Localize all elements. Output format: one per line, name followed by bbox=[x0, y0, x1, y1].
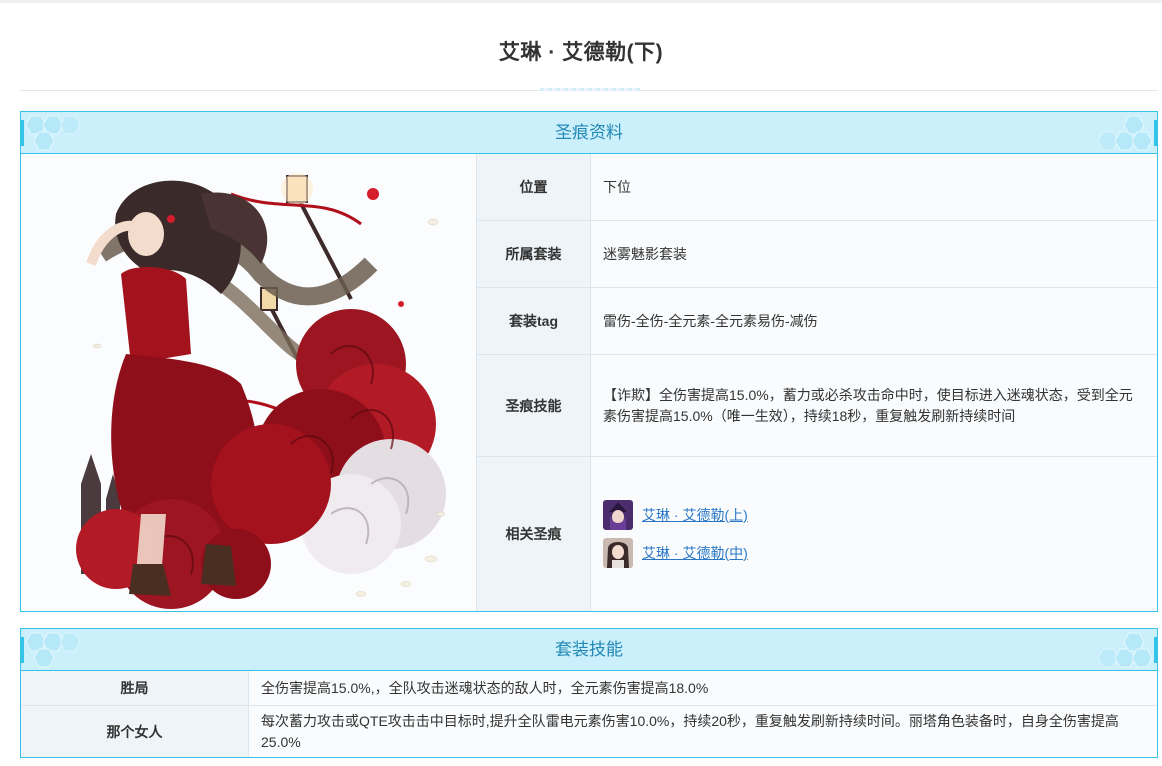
info-row-related: 相关圣痕 艾琳 · 艾德勒(上) 艾琳 · 艾德勒(中) bbox=[477, 457, 1157, 611]
stigmata-info-title: 圣痕资料 bbox=[555, 123, 623, 142]
related-stigmata-item[interactable]: 艾琳 · 艾德勒(上) bbox=[603, 500, 748, 530]
stigmata-artwork bbox=[21, 154, 477, 611]
character-illustration-icon bbox=[76, 173, 446, 609]
header-edge-left bbox=[21, 637, 24, 663]
info-key: 圣痕技能 bbox=[477, 355, 591, 456]
info-row-skill: 圣痕技能 【诈欺】全伤害提高15.0%，蓄力或必杀攻击命中时，使目标进入迷魂状态… bbox=[477, 355, 1157, 457]
hexagon-pattern-icon bbox=[25, 115, 81, 151]
set-skill-description: 每次蓄力攻击或QTE攻击击中目标时,提升全队雷电元素伤害10.0%，持续20秒，… bbox=[249, 706, 1157, 757]
set-skill-name: 那个女人 bbox=[21, 706, 249, 757]
set-skill-row: 胜局 全伤害提高15.0%,，全队攻击迷魂状态的敌人时，全元素伤害提高18.0% bbox=[21, 671, 1157, 706]
set-skill-row: 那个女人 每次蓄力攻击或QTE攻击击中目标时,提升全队雷电元素伤害10.0%，持… bbox=[21, 706, 1157, 757]
info-row-set-tag: 套装tag 雷伤-全伤-全元素-全元素易伤-减伤 bbox=[477, 288, 1157, 355]
info-row-position: 位置 下位 bbox=[477, 154, 1157, 221]
page-title: 艾琳 · 艾德勒(下) bbox=[498, 41, 664, 64]
info-key: 所属套装 bbox=[477, 221, 591, 287]
set-skill-name: 胜局 bbox=[21, 671, 249, 705]
related-stigmata-item[interactable]: 艾琳 · 艾德勒(中) bbox=[603, 538, 748, 568]
header-edge-right bbox=[1154, 120, 1157, 146]
stigmata-info-table: 位置 下位 所属套装 迷雾魅影套装 套装tag 雷伤-全伤-全元素-全元素易伤-… bbox=[477, 154, 1157, 611]
character-portrait-icon[interactable] bbox=[603, 500, 633, 530]
info-row-set: 所属套装 迷雾魅影套装 bbox=[477, 221, 1157, 288]
related-stigmata-link-top[interactable]: 艾琳 · 艾德勒(上) bbox=[642, 505, 748, 526]
info-value: 艾琳 · 艾德勒(上) 艾琳 · 艾德勒(中) bbox=[591, 457, 1157, 611]
character-portrait-icon[interactable] bbox=[603, 538, 633, 568]
set-skills-panel: 套装技能 胜局 全伤害提高15.0%,，全队攻击迷魂状态的敌人时，全元素伤害提高… bbox=[20, 628, 1158, 758]
related-stigmata-link-middle[interactable]: 艾琳 · 艾德勒(中) bbox=[642, 543, 748, 564]
info-value: 迷雾魅影套装 bbox=[591, 221, 1157, 287]
hexagon-pattern-icon bbox=[1097, 115, 1153, 151]
info-key: 位置 bbox=[477, 154, 591, 220]
stigmata-info-header: 圣痕资料 bbox=[21, 112, 1157, 154]
set-skills-header: 套装技能 bbox=[21, 629, 1157, 671]
related-stigmata-list: 艾琳 · 艾德勒(上) 艾琳 · 艾德勒(中) bbox=[603, 500, 748, 568]
header-edge-left bbox=[21, 120, 24, 146]
info-key: 套装tag bbox=[477, 288, 591, 354]
hexagon-pattern-icon bbox=[25, 632, 81, 668]
info-value: 雷伤-全伤-全元素-全元素易伤-减伤 bbox=[591, 288, 1157, 354]
hexagon-pattern-icon bbox=[1097, 632, 1153, 668]
info-value: 【诈欺】全伤害提高15.0%，蓄力或必杀攻击命中时，使目标进入迷魂状态，受到全元… bbox=[591, 355, 1157, 456]
info-key: 相关圣痕 bbox=[477, 457, 591, 611]
set-skills-title: 套装技能 bbox=[555, 640, 623, 659]
set-skill-description: 全伤害提高15.0%,，全队攻击迷魂状态的敌人时，全元素伤害提高18.0% bbox=[249, 671, 1157, 705]
info-value: 下位 bbox=[591, 154, 1157, 220]
top-border bbox=[0, 0, 1162, 3]
header-edge-right bbox=[1154, 637, 1157, 663]
stigmata-info-panel: 圣痕资料 位置 下位 所属套装 迷雾魅影套装 套装tag 雷伤-全伤-全元素-全… bbox=[20, 111, 1158, 612]
title-divider-accent bbox=[540, 88, 640, 91]
set-skills-table: 胜局 全伤害提高15.0%,，全队攻击迷魂状态的敌人时，全元素伤害提高18.0%… bbox=[21, 671, 1157, 757]
